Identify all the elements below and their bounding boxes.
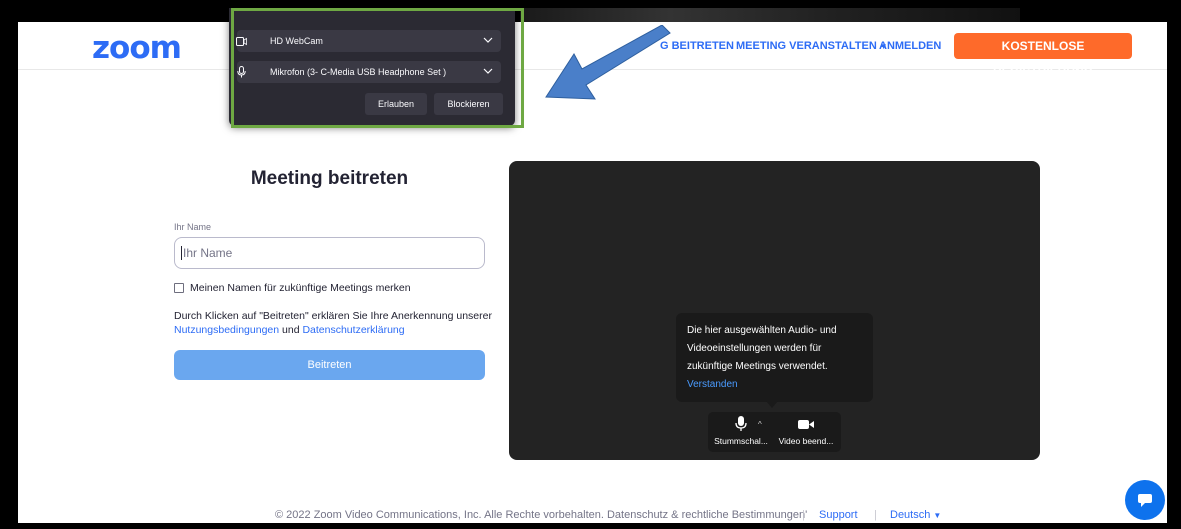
chat-bubble-icon [1138,493,1152,507]
annotation-arrow-icon [545,25,671,100]
screen-frame-bottom [0,523,1181,529]
join-button[interactable]: Beitreten [174,350,485,380]
footer-divider: | [874,509,877,521]
caret-down-icon: ▼ [933,511,942,520]
nav-host-label: MEETING VERANSTALTEN [736,40,877,52]
background-strip [520,8,1020,22]
chevron-down-icon [483,68,493,74]
mute-button[interactable]: Stummschal... [710,415,772,446]
settings-tooltip: Die hier ausgewählten Audio- und Videoei… [676,313,873,402]
page-title: Meeting beitreten [250,168,409,189]
browser-permission-popup: HD WebCam Mikrofon (3- C-Media USB Headp… [229,8,515,126]
nav-sign-in[interactable]: ANMELDEN [879,40,941,52]
audio-options-caret-icon[interactable]: ^ [758,420,762,429]
chat-button[interactable] [1125,480,1165,520]
mute-label: Stummschal... [714,436,768,446]
camera-select[interactable]: HD WebCam [235,30,501,52]
allow-button[interactable]: Erlauben [365,93,427,115]
language-label: Deutsch [890,509,931,521]
name-input[interactable] [174,237,485,269]
footer-divider: | [802,509,805,521]
video-preview: Die hier ausgewählten Audio- und Videoei… [509,161,1040,460]
nav-host-meeting[interactable]: MEETING VERANSTALTEN ▼ [736,40,888,52]
remember-name-label: Meinen Namen für zukünftige Meetings mer… [190,282,411,294]
terms-prefix: Durch Klicken auf "Beitreten" erklären S… [174,310,492,322]
language-selector[interactable]: Deutsch ▼ [890,509,941,521]
camera-select-value: HD WebCam [270,36,323,46]
name-field-label: Ihr Name [174,222,212,232]
video-camera-icon [774,415,838,433]
remember-name-option[interactable]: Meinen Namen für zukünftige Meetings mer… [174,282,411,294]
text-cursor [181,246,182,260]
terms-notice: Durch Klicken auf "Beitreten" erklären S… [174,309,494,337]
tooltip-text: Die hier ausgewählten Audio- und Videoei… [687,325,837,372]
screen-frame-right [1167,0,1181,529]
stop-video-button[interactable]: Video beend... [774,415,838,446]
chevron-down-icon [483,37,493,43]
microphone-icon [710,415,772,433]
tooltip-pointer [766,401,778,408]
terms-and: und [279,324,303,336]
support-link[interactable]: Support [819,509,858,521]
microphone-select-value: Mikrofon (3- C-Media USB Headphone Set ) [270,67,447,77]
tooltip-dismiss-link[interactable]: Verstanden [687,376,862,394]
microphone-select[interactable]: Mikrofon (3- C-Media USB Headphone Set ) [236,61,501,83]
copyright-text: © 2022 Zoom Video Communications, Inc. A… [275,509,808,521]
screen-frame-left [0,0,18,529]
remember-name-checkbox[interactable] [174,283,184,293]
zoom-logo[interactable]: zoom [92,30,182,66]
block-button[interactable]: Blockieren [434,93,503,115]
camera-icon [231,36,251,46]
stop-video-label: Video beend... [778,436,834,446]
preview-controls: Stummschal... ^ Video beend... [708,412,841,452]
terms-of-use-link[interactable]: Nutzungsbedingungen [174,324,279,336]
register-button[interactable]: KOSTENLOSE REGISTRIERUNG [954,33,1132,79]
privacy-policy-link[interactable]: Datenschutzerklärung [302,324,404,336]
microphone-icon [231,66,251,78]
